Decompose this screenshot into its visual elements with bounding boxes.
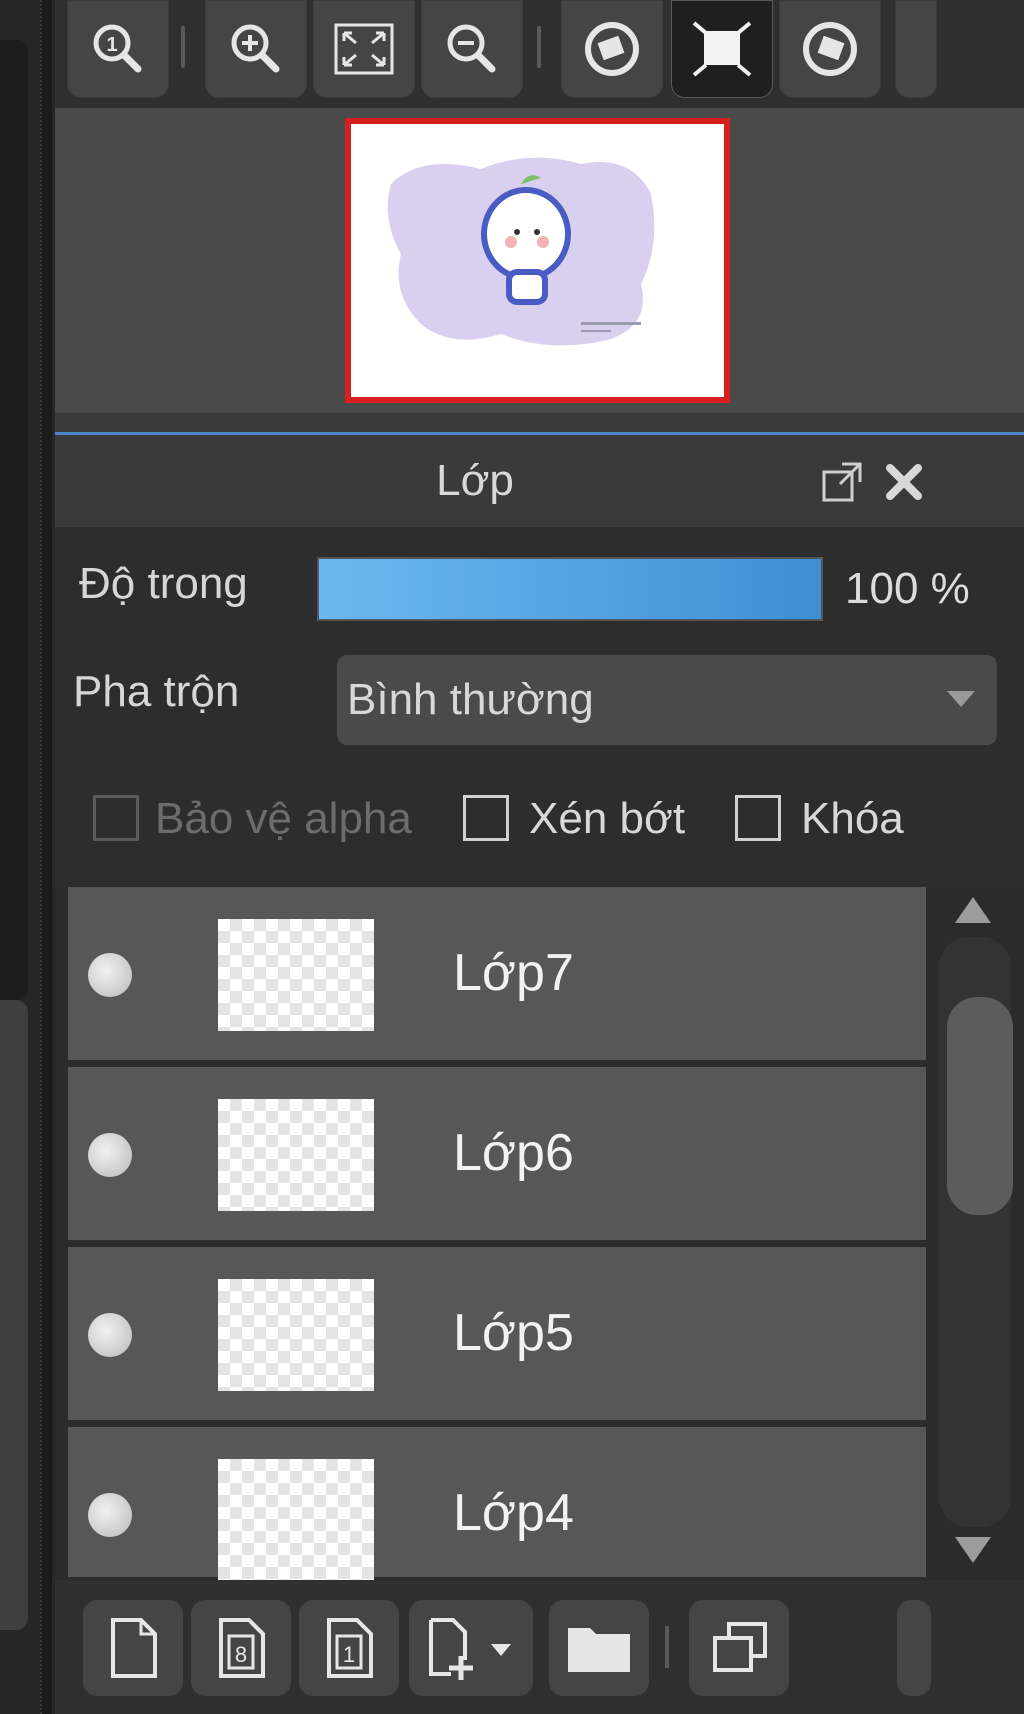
zoom-actual-size-icon: 1: [93, 24, 142, 73]
canvas-scrollbar-thumb[interactable]: [0, 1000, 28, 1630]
opacity-slider[interactable]: [317, 557, 823, 621]
layer-scrollbar[interactable]: [935, 887, 1015, 1580]
scroll-up-icon[interactable]: [955, 897, 991, 923]
navigator-viewport-frame[interactable]: [345, 118, 730, 403]
svg-text:8: 8: [235, 1642, 247, 1667]
clipping-label: Xén bớt: [529, 794, 686, 843]
layer-row[interactable]: Lớp4: [68, 1427, 926, 1580]
duplicate-layer-icon: [713, 1622, 767, 1672]
layer-name: Lớp7: [453, 944, 574, 1002]
lock-checkbox[interactable]: [735, 795, 781, 841]
new-1bit-layer-button[interactable]: 1: [299, 1600, 399, 1696]
layer-row[interactable]: Lớp7: [68, 887, 926, 1063]
opacity-value: 100 %: [845, 564, 970, 613]
layer-thumbnail: [218, 1099, 374, 1211]
scrollbar-rail[interactable]: [939, 937, 1013, 1527]
fullscreen-icon: [692, 21, 752, 77]
add-layer-dropdown-icon: [429, 1618, 511, 1680]
folder-icon: [568, 1628, 630, 1672]
layer-panel-header: Lớp: [55, 435, 1024, 527]
fullscreen-button[interactable]: [671, 0, 773, 98]
chevron-down-icon: [947, 691, 975, 707]
protect-alpha-checkbox[interactable]: [93, 795, 139, 841]
duplicate-layer-button[interactable]: [689, 1600, 789, 1696]
toolbar-overflow-button[interactable]: [895, 0, 937, 98]
navigator-preview[interactable]: [55, 108, 1024, 413]
zoom-out-button[interactable]: [421, 0, 523, 98]
rotate-left-button[interactable]: [561, 0, 663, 98]
visibility-toggle-icon[interactable]: [88, 1133, 132, 1177]
layer-toolbar: 8 1: [55, 1580, 1024, 1714]
rotate-right-button[interactable]: [779, 0, 881, 98]
layer-row[interactable]: Lớp5: [68, 1247, 926, 1423]
new-layer-button[interactable]: [83, 1600, 183, 1696]
protect-alpha-label: Bảo vệ alpha: [155, 794, 412, 843]
close-panel-button[interactable]: [877, 455, 931, 509]
panel-splitter[interactable]: [40, 0, 52, 1714]
lock-label: Khóa: [801, 794, 904, 843]
fit-window-icon: [334, 23, 394, 75]
external-window-icon: [822, 462, 862, 502]
layer-thumbnail: [218, 919, 374, 1031]
zoom-actual-size-button[interactable]: 1: [67, 0, 169, 98]
new-8bit-layer-icon: 8: [219, 1618, 265, 1678]
layer-thumbnail: [218, 1279, 374, 1391]
clipping-checkbox[interactable]: [463, 795, 509, 841]
opacity-slider-fill: [319, 559, 821, 619]
canvas-thumbnail: [387, 157, 655, 346]
zoom-in-icon: [231, 24, 280, 73]
zoom-out-icon: [447, 24, 496, 73]
layer-properties: Độ trong 100 % Pha trộn Bình thường Bảo …: [55, 527, 1024, 887]
canvas-scrollbar-track[interactable]: [0, 40, 28, 1000]
zoom-in-button[interactable]: [205, 0, 307, 98]
panel-divider: [55, 413, 1024, 435]
layer-name: Lớp4: [453, 1484, 574, 1542]
new-8bit-layer-button[interactable]: 8: [191, 1600, 291, 1696]
new-layer-icon: [111, 1618, 157, 1678]
layer-toolbar-overflow[interactable]: [897, 1600, 931, 1696]
fit-window-button[interactable]: [313, 0, 415, 98]
toolbar-separator: [537, 26, 541, 68]
visibility-toggle-icon[interactable]: [88, 953, 132, 997]
blend-mode-value: Bình thường: [347, 675, 594, 724]
svg-text:1: 1: [106, 34, 117, 56]
scroll-down-icon[interactable]: [955, 1537, 991, 1563]
layer-thumbnail: [218, 1459, 374, 1580]
navigator-toolbar: 1: [55, 0, 1024, 108]
undock-panel-button[interactable]: [815, 455, 869, 509]
left-gutter: [0, 0, 55, 1714]
close-icon: [886, 464, 922, 500]
blend-mode-select[interactable]: Bình thường: [337, 655, 997, 745]
svg-text:1: 1: [343, 1642, 355, 1667]
rotate-right-icon: [803, 22, 857, 76]
new-1bit-layer-icon: 1: [327, 1618, 373, 1678]
visibility-toggle-icon[interactable]: [88, 1313, 132, 1357]
toolbar-separator: [181, 26, 185, 68]
rotate-left-icon: [585, 22, 639, 76]
toolbar-separator: [665, 1626, 669, 1668]
add-layer-dropdown-button[interactable]: [409, 1600, 533, 1696]
layer-row[interactable]: Lớp6: [68, 1067, 926, 1243]
layer-name: Lớp6: [453, 1124, 574, 1182]
panel-title: Lớp: [436, 456, 514, 505]
opacity-label: Độ trong: [79, 559, 248, 608]
layer-list: Lớp7 Lớp6 Lớp5 Lớp4: [55, 887, 1024, 1580]
visibility-toggle-icon[interactable]: [88, 1493, 132, 1537]
new-folder-button[interactable]: [549, 1600, 649, 1696]
scrollbar-thumb[interactable]: [947, 997, 1013, 1215]
blend-label: Pha trộn: [73, 667, 240, 716]
layer-name: Lớp5: [453, 1304, 574, 1362]
